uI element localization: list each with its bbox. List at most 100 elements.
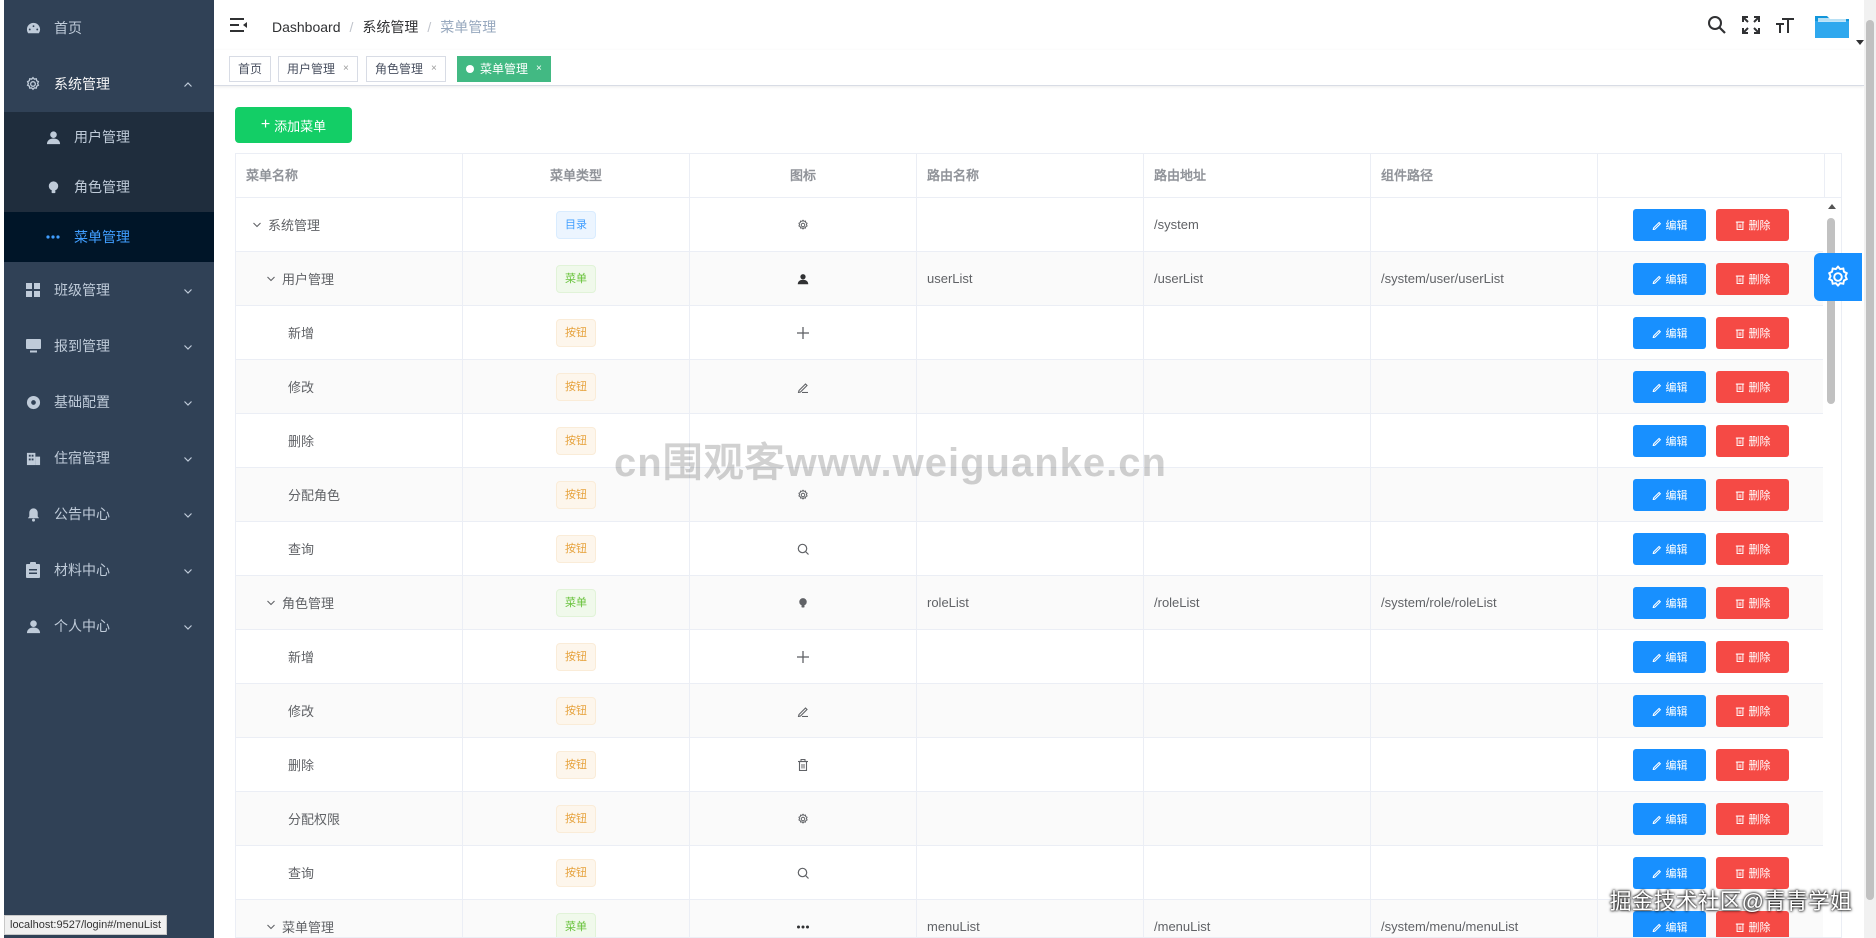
chevron-down-icon[interactable]: [182, 396, 194, 408]
page-scrollbar-thumb[interactable]: [1866, 20, 1874, 900]
expand-chevron-icon[interactable]: [264, 272, 278, 286]
sidebar-item-2[interactable]: 班级管理: [4, 262, 214, 318]
edit-button[interactable]: 编辑: [1633, 640, 1706, 673]
edit-button[interactable]: 编辑: [1633, 262, 1706, 295]
add-menu-button[interactable]: + 添加菜单: [235, 107, 352, 143]
edit-icon: [1652, 274, 1666, 284]
cell-menu-name: 新增: [236, 306, 463, 359]
edit-button[interactable]: 编辑: [1633, 694, 1706, 727]
page-scrollbar[interactable]: [1864, 0, 1876, 938]
table-row: 角色管理 菜单 roleList/roleList/system/role/role…: [236, 576, 1841, 630]
cell-route-name: [917, 846, 1144, 899]
delete-button[interactable]: 删除: [1716, 802, 1789, 835]
tag-label: 用户管理: [287, 62, 336, 76]
close-icon[interactable]: ×: [536, 57, 542, 81]
sidebar-item-8[interactable]: 个人中心: [4, 598, 214, 654]
cell-icon: [690, 738, 917, 791]
sidebar-subitem-1[interactable]: 角色管理: [4, 162, 214, 212]
chevron-up-icon[interactable]: [182, 78, 194, 90]
sidebar-item-3[interactable]: 报到管理: [4, 318, 214, 374]
edit-button[interactable]: 编辑: [1633, 208, 1706, 241]
sidebar-item-5[interactable]: 住宿管理: [4, 430, 214, 486]
fullscreen-icon[interactable]: [1740, 14, 1762, 36]
search-icon[interactable]: [1706, 14, 1728, 36]
delete-button[interactable]: 删除: [1716, 316, 1789, 349]
cell-route-name: [917, 630, 1144, 683]
trash-icon: [1735, 760, 1749, 770]
chevron-down-icon[interactable]: [182, 284, 194, 296]
delete-button[interactable]: 删除: [1716, 478, 1789, 511]
expand-chevron-icon[interactable]: [264, 596, 278, 610]
delete-button[interactable]: 删除: [1716, 694, 1789, 727]
breadcrumb-item-dashboard[interactable]: Dashboard: [272, 19, 341, 35]
chevron-down-icon[interactable]: [182, 620, 194, 632]
scrollbar-thumb[interactable]: [1827, 218, 1835, 404]
header-component-path: 组件路径: [1371, 154, 1598, 198]
edit-button[interactable]: 编辑: [1633, 478, 1706, 511]
chevron-down-icon[interactable]: [182, 340, 194, 352]
tag-user-management[interactable]: 用户管理 ×: [278, 56, 358, 82]
table-scrollbar[interactable]: [1823, 198, 1841, 937]
edit-button[interactable]: 编辑: [1633, 316, 1706, 349]
chevron-down-icon[interactable]: [1856, 33, 1864, 45]
cell-route-path: /roleList: [1144, 576, 1371, 629]
expand-chevron-icon[interactable]: [250, 218, 264, 232]
delete-button[interactable]: 删除: [1716, 424, 1789, 457]
menu-name-text: 新增: [288, 326, 315, 341]
tag-menu-management[interactable]: 菜单管理 ×: [457, 56, 551, 82]
sidebar-subitem-0[interactable]: 用户管理: [4, 112, 214, 162]
edit-icon: [1652, 706, 1666, 716]
delete-button[interactable]: 删除: [1716, 586, 1789, 619]
delete-button[interactable]: 删除: [1716, 370, 1789, 403]
close-icon[interactable]: ×: [431, 57, 437, 81]
edit-icon: [1652, 220, 1666, 230]
header-operations: [1598, 154, 1825, 198]
edit-button[interactable]: 编辑: [1633, 370, 1706, 403]
expand-chevron-icon[interactable]: [264, 920, 278, 934]
edit-button[interactable]: 编辑: [1633, 748, 1706, 781]
sidebar-item-0[interactable]: 首页: [4, 0, 214, 56]
cell-route-name-text: userList: [927, 271, 973, 286]
menu-name-text: 角色管理: [282, 596, 335, 611]
hamburger-icon[interactable]: [230, 17, 248, 33]
sidebar-item-7[interactable]: 材料中心: [4, 542, 214, 598]
edit-button[interactable]: 编辑: [1633, 532, 1706, 565]
delete-button[interactable]: 删除: [1716, 208, 1789, 241]
cell-route-path-text: /userList: [1154, 271, 1204, 286]
tag-role-management[interactable]: 角色管理 ×: [366, 56, 446, 82]
trash-icon: [1735, 328, 1749, 338]
delete-button[interactable]: 删除: [1716, 532, 1789, 565]
scroll-up-icon[interactable]: [1828, 204, 1836, 209]
sidebar-item-6[interactable]: 公告中心: [4, 486, 214, 542]
tag-home[interactable]: 首页: [229, 56, 272, 82]
sidebar-item-4[interactable]: 基础配置: [4, 374, 214, 430]
edit-button[interactable]: 编辑: [1633, 802, 1706, 835]
sidebar-subitem-2[interactable]: 菜单管理: [4, 212, 214, 262]
avatar[interactable]: [1814, 11, 1864, 45]
chevron-down-icon[interactable]: [182, 508, 194, 520]
delete-button[interactable]: 删除: [1716, 748, 1789, 781]
breadcrumb-item-system[interactable]: 系统管理: [362, 17, 418, 37]
edit-icon: [1652, 490, 1666, 500]
chevron-down-icon[interactable]: [182, 452, 194, 464]
table-row: 修改 按钮 编辑 删除: [236, 684, 1841, 738]
edit-button[interactable]: 编辑: [1633, 424, 1706, 457]
edit-label: 编辑: [1665, 327, 1688, 340]
delete-button[interactable]: 删除: [1716, 640, 1789, 673]
header-route-name: 路由名称: [917, 154, 1144, 198]
delete-button[interactable]: 删除: [1716, 262, 1789, 295]
font-size-icon[interactable]: [1774, 14, 1796, 36]
cell-component-path: /system/role/roleList: [1371, 576, 1598, 629]
close-icon[interactable]: ×: [343, 57, 349, 81]
cell-menu-name: 查询: [236, 522, 463, 575]
sidebar-item-1[interactable]: 系统管理: [4, 56, 214, 112]
type-tag: 目录: [556, 210, 596, 239]
chevron-down-icon[interactable]: [182, 564, 194, 576]
settings-button[interactable]: [1814, 253, 1862, 301]
cell-operations: 编辑 删除: [1598, 630, 1825, 683]
trash-icon: [1735, 274, 1749, 284]
cell-operations: 编辑 删除: [1598, 738, 1825, 791]
cell-route-name: roleList: [917, 576, 1144, 629]
cell-operations: 编辑 删除: [1598, 792, 1825, 845]
edit-button[interactable]: 编辑: [1633, 586, 1706, 619]
